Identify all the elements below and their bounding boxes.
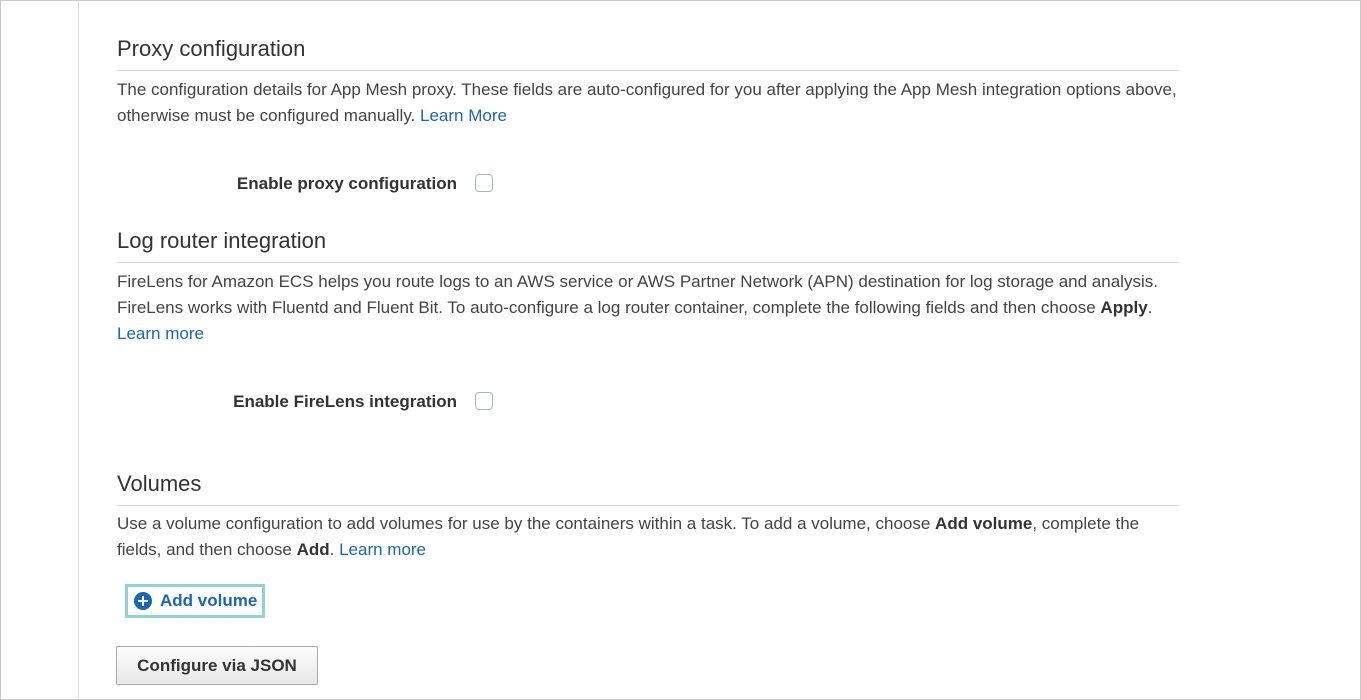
proxy-enable-label: Enable proxy configuration <box>236 174 457 193</box>
log-router-section-title: Log router integration <box>117 228 1179 263</box>
log-router-apply-bold: Apply <box>1100 298 1148 317</box>
volumes-description-suffix: . <box>329 540 340 559</box>
volumes-description-text: Use a volume configuration to add volume… <box>117 514 936 533</box>
proxy-enable-row: Enable proxy configuration <box>117 172 517 196</box>
log-router-description-text: FireLens for Amazon ECS helps you route … <box>117 272 1158 317</box>
volumes-description: Use a volume configuration to add volume… <box>117 511 1187 563</box>
firelens-enable-label: Enable FireLens integration <box>233 392 457 411</box>
add-volume-button[interactable]: Add volume <box>125 584 265 618</box>
volumes-learn-more-link[interactable]: Learn more <box>339 540 426 559</box>
volumes-section-title: Volumes <box>117 471 1179 506</box>
proxy-description: The configuration details for App Mesh p… <box>117 77 1187 129</box>
configure-via-json-button[interactable]: Configure via JSON <box>116 646 318 685</box>
firelens-enable-row: Enable FireLens integration <box>117 390 517 414</box>
log-router-learn-more-link[interactable]: Learn more <box>117 324 204 343</box>
log-router-description: FireLens for Amazon ECS helps you route … <box>117 269 1187 347</box>
proxy-description-text: The configuration details for App Mesh p… <box>117 80 1177 125</box>
firelens-enable-checkbox[interactable] <box>475 392 493 410</box>
volumes-add-bold: Add <box>296 540 330 559</box>
plus-circle-icon <box>134 592 152 610</box>
proxy-learn-more-link[interactable]: Learn More <box>420 106 507 125</box>
add-volume-label: Add volume <box>160 591 258 610</box>
volumes-add-volume-bold: Add volume <box>935 514 1033 533</box>
log-router-description-suffix: . <box>1147 298 1153 317</box>
proxy-enable-checkbox[interactable] <box>475 174 493 192</box>
left-divider <box>78 0 79 700</box>
proxy-section-title: Proxy configuration <box>117 36 1179 71</box>
